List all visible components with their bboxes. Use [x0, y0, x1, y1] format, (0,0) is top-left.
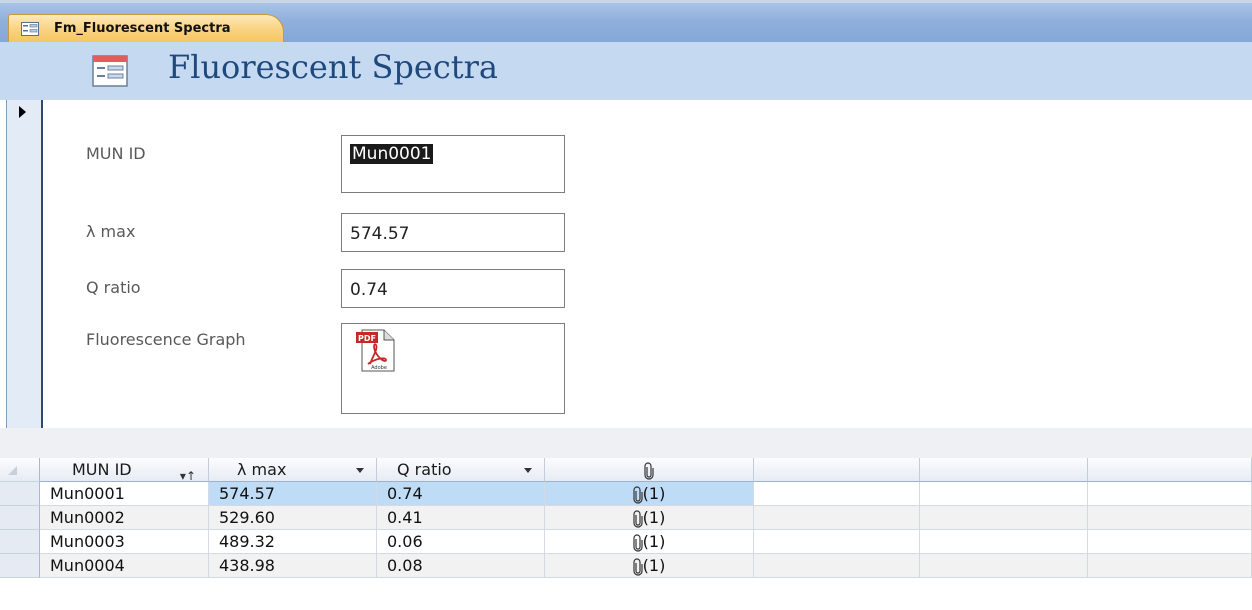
- cell-q-ratio[interactable]: 0.74: [377, 482, 545, 506]
- dropdown-arrow-icon[interactable]: [356, 468, 364, 473]
- empty-cell: [920, 530, 1088, 554]
- paperclip-icon: [633, 557, 643, 576]
- attachment-count: (1): [642, 556, 666, 575]
- table-row[interactable]: Mun0001 574.57 0.74 (1): [0, 482, 1252, 506]
- q-ratio-value: 0.74: [350, 280, 388, 300]
- form-datasheet-splitter[interactable]: [0, 428, 1252, 459]
- empty-cell: [754, 482, 920, 506]
- empty-column-header: [920, 458, 1088, 482]
- empty-cell: [920, 482, 1088, 506]
- cell-lambda-max[interactable]: 438.98: [209, 554, 377, 578]
- form-icon: [21, 22, 39, 36]
- column-header-attachments[interactable]: [545, 458, 754, 482]
- column-header-q-ratio[interactable]: Q ratio: [377, 458, 545, 482]
- record-selector[interactable]: [6, 100, 43, 428]
- row-selector[interactable]: [0, 554, 40, 578]
- cell-mun-id[interactable]: Mun0001: [40, 482, 209, 506]
- lambda-max-value: 574.57: [350, 224, 410, 244]
- cell-q-ratio[interactable]: 0.08: [377, 554, 545, 578]
- empty-column-header: [754, 458, 920, 482]
- row-selector[interactable]: [0, 506, 40, 530]
- cell-attachments[interactable]: (1): [545, 506, 754, 530]
- empty-cell: [1088, 482, 1252, 506]
- cell-lambda-max[interactable]: 574.57: [209, 482, 377, 506]
- mun-id-field[interactable]: Mun0001: [341, 135, 565, 193]
- empty-cell: [1088, 506, 1252, 530]
- empty-cell: [754, 530, 920, 554]
- cell-mun-id[interactable]: Mun0002: [40, 506, 209, 530]
- table-row[interactable]: Mun0002 529.60 0.41 (1): [0, 506, 1252, 530]
- cell-attachments[interactable]: (1): [545, 554, 754, 578]
- form-icon: [92, 55, 128, 87]
- cell-lambda-max[interactable]: 529.60: [209, 506, 377, 530]
- paperclip-icon: [633, 533, 643, 552]
- row-selector[interactable]: [0, 530, 40, 554]
- svg-text:PDF: PDF: [358, 334, 376, 343]
- svg-text:Adobe: Adobe: [371, 365, 387, 371]
- cell-attachments[interactable]: (1): [545, 482, 754, 506]
- fluorescence-graph-attachment[interactable]: PDF Adobe: [341, 323, 565, 414]
- empty-column-header: [1088, 458, 1252, 482]
- lambda-max-field[interactable]: 574.57: [341, 213, 565, 252]
- paperclip-icon: [633, 509, 643, 528]
- cell-mun-id[interactable]: Mun0003: [40, 530, 209, 554]
- form-header: Fluorescent Spectra: [0, 42, 1252, 100]
- cell-lambda-max[interactable]: 489.32: [209, 530, 377, 554]
- q-ratio-label: Q ratio: [86, 278, 141, 297]
- column-header-lambda-max[interactable]: λ max: [209, 458, 377, 482]
- cell-attachments[interactable]: (1): [545, 530, 754, 554]
- table-row[interactable]: Mun0003 489.32 0.06 (1): [0, 530, 1252, 554]
- mun-id-value: Mun0001: [350, 144, 434, 164]
- cell-mun-id[interactable]: Mun0004: [40, 554, 209, 578]
- select-all-corner[interactable]: [0, 458, 40, 482]
- paperclip-icon: [644, 461, 654, 480]
- datasheet: MUN ID ▾↑ λ max Q ratio Mun0001 574.57 0…: [0, 458, 1252, 610]
- table-row[interactable]: Mun0004 438.98 0.08 (1): [0, 554, 1252, 578]
- column-header-mun-id[interactable]: MUN ID ▾↑: [40, 458, 209, 483]
- attachment-count: (1): [642, 508, 666, 527]
- form-tab-label: Fm_Fluorescent Spectra: [54, 21, 231, 36]
- paperclip-icon: [633, 485, 643, 504]
- dropdown-arrow-icon[interactable]: [524, 468, 532, 473]
- mun-id-label: MUN ID: [86, 144, 146, 163]
- empty-cell: [920, 506, 1088, 530]
- form-title: Fluorescent Spectra: [168, 48, 498, 86]
- pdf-icon[interactable]: PDF Adobe: [356, 328, 396, 372]
- current-record-arrow-icon: [19, 106, 26, 118]
- empty-cell: [754, 506, 920, 530]
- cell-q-ratio[interactable]: 0.41: [377, 506, 545, 530]
- cell-q-ratio[interactable]: 0.06: [377, 530, 545, 554]
- row-selector[interactable]: [0, 482, 40, 506]
- empty-cell: [1088, 530, 1252, 554]
- q-ratio-field[interactable]: 0.74: [341, 269, 565, 308]
- lambda-max-label: λ max: [86, 222, 136, 241]
- document-tab-bar: Fm_Fluorescent Spectra: [0, 0, 1252, 45]
- datasheet-header-row: MUN ID ▾↑ λ max Q ratio: [0, 458, 1252, 483]
- form-tab[interactable]: Fm_Fluorescent Spectra: [8, 14, 284, 45]
- empty-cell: [1088, 554, 1252, 578]
- attachment-count: (1): [642, 484, 666, 503]
- attachment-count: (1): [642, 532, 666, 551]
- empty-cell: [920, 554, 1088, 578]
- empty-cell: [754, 554, 920, 578]
- fluorescence-graph-label: Fluorescence Graph: [86, 330, 246, 349]
